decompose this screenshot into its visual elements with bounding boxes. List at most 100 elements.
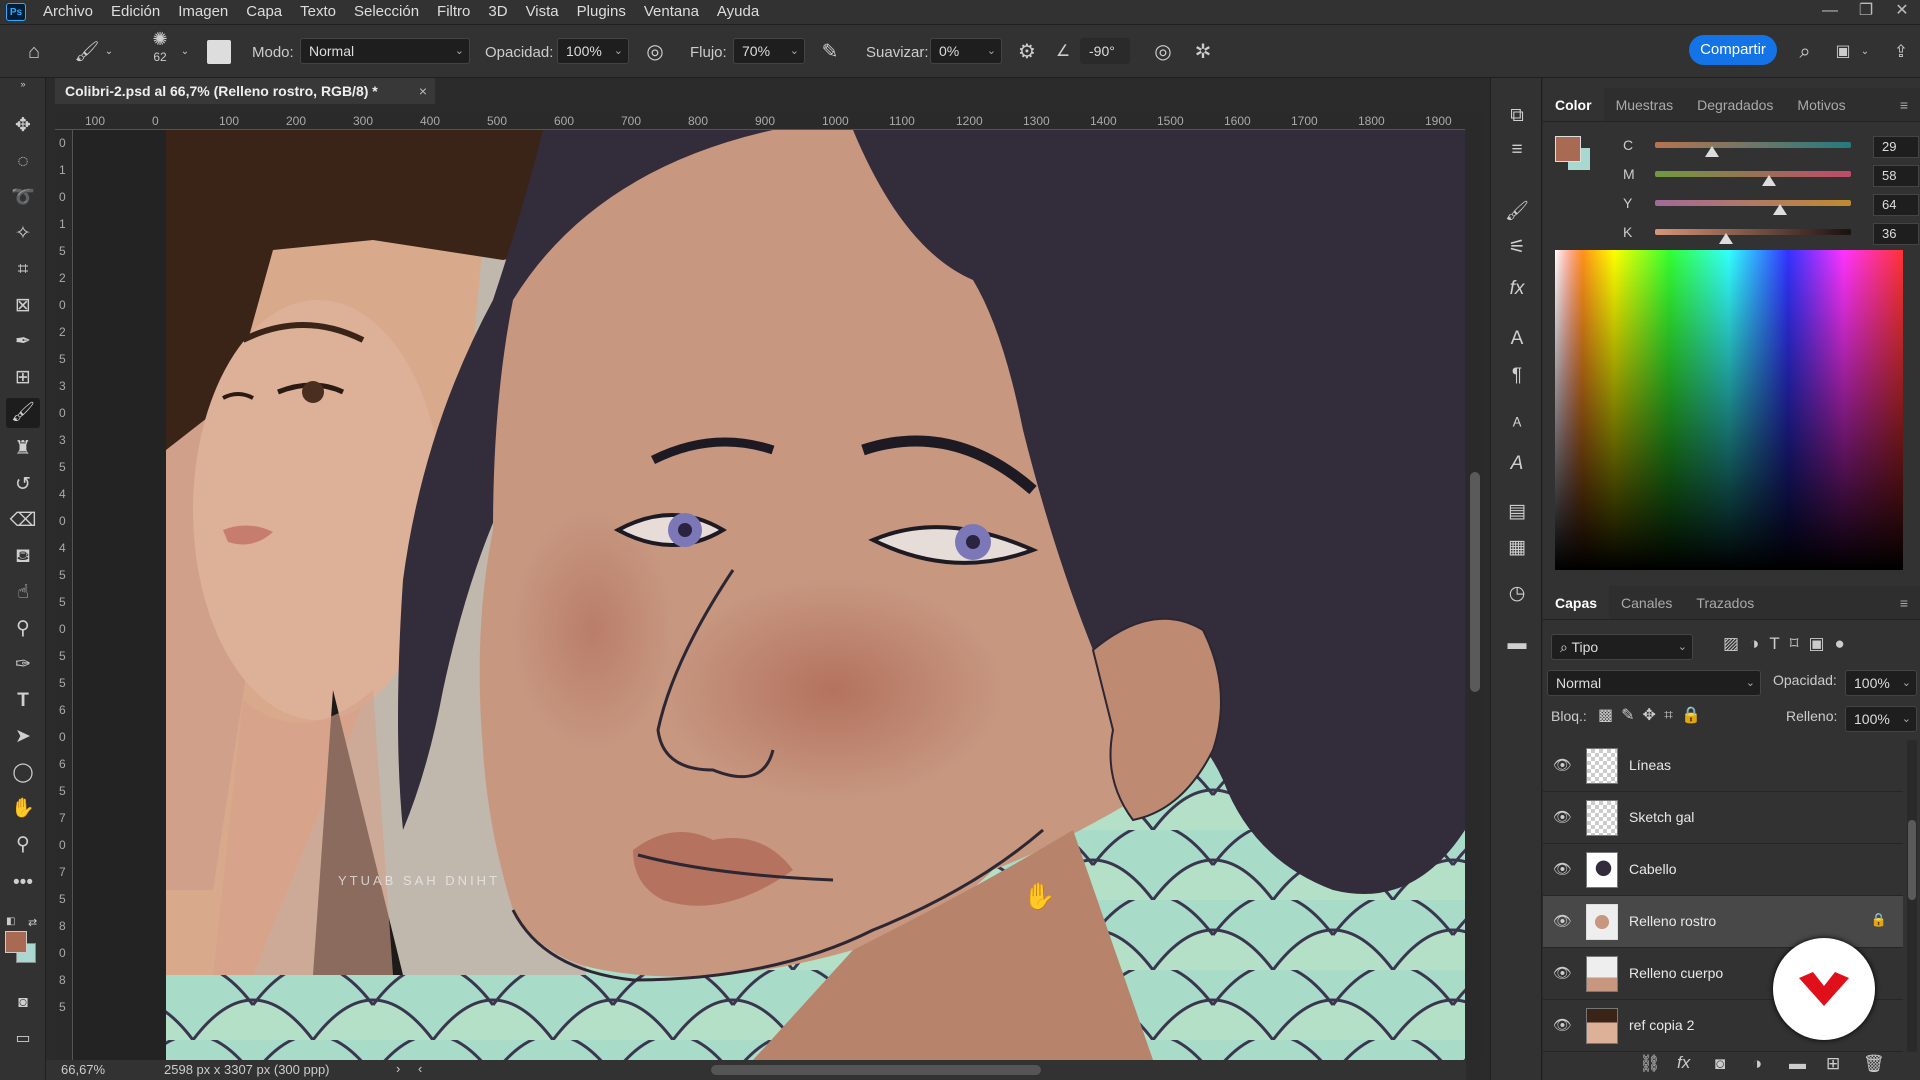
- close-tab-icon[interactable]: ×: [419, 78, 427, 104]
- chevron-left-icon[interactable]: ‹: [418, 1061, 422, 1076]
- quick-mask-icon[interactable]: ◙: [6, 988, 40, 1018]
- tab-degradados[interactable]: Degradados: [1685, 88, 1785, 121]
- chevron-down-icon[interactable]: ⌄: [1858, 25, 1872, 79]
- tab-motivos[interactable]: Motivos: [1785, 88, 1857, 121]
- more-tools-icon[interactable]: •••: [6, 868, 40, 898]
- properties-icon[interactable]: ≡: [1501, 134, 1533, 166]
- brush-tool-preset-icon[interactable]: 🖌: [72, 25, 102, 79]
- tab-canales[interactable]: Canales: [1609, 586, 1684, 619]
- paint-bucket-tool-icon[interactable]: ⛾: [6, 542, 40, 572]
- lock-transparency-icon[interactable]: ▩: [1598, 707, 1621, 724]
- smart-object-filter-icon[interactable]: ▣: [1808, 634, 1834, 653]
- gear-icon[interactable]: ⚙: [1012, 25, 1042, 79]
- character-styles-icon[interactable]: ᴬ: [1501, 410, 1533, 442]
- menu-ayuda[interactable]: Ayuda: [708, 0, 768, 24]
- slider-k-thumb[interactable]: [1718, 233, 1733, 244]
- brushes-icon[interactable]: 🖌: [1501, 196, 1533, 228]
- styles-icon[interactable]: fx: [1501, 273, 1533, 305]
- default-colors-icon[interactable]: ◧: [6, 916, 15, 927]
- menu-vista[interactable]: Vista: [517, 0, 568, 24]
- lasso-tool-icon[interactable]: ➰: [6, 183, 40, 213]
- horizontal-scroll-thumb[interactable]: [711, 1065, 1041, 1075]
- layer-filter-select[interactable]: ⌕ Tipo ⌄: [1551, 634, 1693, 660]
- clone-stamp-tool-icon[interactable]: ♜: [6, 434, 40, 464]
- slider-k-value[interactable]: 36: [1873, 223, 1919, 245]
- frame-tool-icon[interactable]: ⊠: [6, 291, 40, 321]
- tab-muestras[interactable]: Muestras: [1604, 88, 1686, 121]
- zoom-level[interactable]: 66,67%: [61, 1062, 105, 1077]
- menu-plugins[interactable]: Plugins: [568, 0, 635, 24]
- symmetry-icon[interactable]: ✲: [1188, 25, 1218, 79]
- visibility-eye-icon[interactable]: 👁: [1553, 808, 1572, 826]
- foreground-color-swatch[interactable]: [5, 931, 27, 953]
- dodge-tool-icon[interactable]: ⚲: [6, 614, 40, 644]
- brush-settings-icon[interactable]: ⚟: [1501, 232, 1533, 264]
- magic-wand-tool-icon[interactable]: ✧: [6, 219, 40, 249]
- panel-menu-icon[interactable]: ≡: [1888, 586, 1920, 619]
- menu-ventana[interactable]: Ventana: [635, 0, 708, 24]
- zoom-tool-icon[interactable]: ⚲: [6, 830, 40, 860]
- slider-c-value[interactable]: 29: [1873, 136, 1919, 158]
- color-spectrum[interactable]: [1555, 250, 1903, 570]
- close-window-icon[interactable]: ✕: [1884, 0, 1920, 22]
- layer-row-lineas[interactable]: 👁 Líneas: [1543, 740, 1903, 792]
- paragraph-icon[interactable]: ¶: [1501, 360, 1533, 392]
- adjustment-filter-icon[interactable]: ◑: [1749, 634, 1769, 653]
- healing-brush-tool-icon[interactable]: ⊞: [6, 363, 40, 393]
- brush-tool-icon[interactable]: 🖌: [6, 398, 40, 428]
- document-tab[interactable]: Colibri-2.psd al 66,7% (Relleno rostro, …: [55, 78, 435, 104]
- panel-menu-icon[interactable]: ≡: [1888, 88, 1920, 121]
- pixel-filter-icon[interactable]: ▨: [1723, 634, 1749, 653]
- menu-3d[interactable]: 3D: [479, 0, 516, 24]
- fg-color-chip[interactable]: [1555, 136, 1581, 162]
- vertical-scrollbar[interactable]: [1466, 112, 1484, 1060]
- angle-input[interactable]: -90°: [1080, 38, 1130, 64]
- lock-artboard-icon[interactable]: ⌗: [1664, 707, 1681, 724]
- visibility-eye-icon[interactable]: 👁: [1553, 860, 1572, 878]
- path-selection-tool-icon[interactable]: ➤: [6, 722, 40, 752]
- smoothing-input[interactable]: 0% ⌄: [930, 38, 1002, 64]
- slider-m-value[interactable]: 58: [1873, 165, 1919, 187]
- menu-archivo[interactable]: Archivo: [34, 0, 102, 24]
- eraser-tool-icon[interactable]: ⌫: [6, 506, 40, 536]
- layer-row-sketch-gal[interactable]: 👁 Sketch gal: [1543, 792, 1903, 844]
- layer-row-cabello[interactable]: 👁 Cabello: [1543, 844, 1903, 896]
- adjustment-layer-icon[interactable]: ◑: [1752, 1054, 1762, 1074]
- fill-input[interactable]: 100% ⌄: [1845, 706, 1917, 732]
- slider-y-value[interactable]: 64: [1873, 194, 1919, 216]
- share-button[interactable]: Compartir: [1689, 35, 1777, 65]
- fx-icon[interactable]: fx: [1677, 1053, 1690, 1073]
- layer-opacity-input[interactable]: 100% ⌄: [1845, 670, 1917, 696]
- delete-layer-icon[interactable]: 🗑: [1863, 1054, 1885, 1074]
- lock-all-icon[interactable]: 🔒: [1681, 707, 1709, 724]
- slider-c-thumb[interactable]: [1704, 146, 1719, 157]
- ellipse-tool-icon[interactable]: ◯: [6, 758, 40, 788]
- lock-pixels-icon[interactable]: ✎: [1621, 707, 1642, 724]
- add-mask-icon[interactable]: ◙: [1715, 1054, 1725, 1074]
- pressure-opacity-icon[interactable]: ◎: [640, 25, 670, 79]
- marquee-tool-icon[interactable]: ◌: [6, 147, 40, 177]
- flow-input[interactable]: 70% ⌄: [733, 38, 805, 64]
- new-layer-icon[interactable]: ⊞: [1826, 1054, 1840, 1074]
- opacity-input[interactable]: 100% ⌄: [557, 38, 629, 64]
- visibility-eye-icon[interactable]: 👁: [1553, 1016, 1572, 1034]
- chevron-right-icon[interactable]: ›: [396, 1061, 400, 1076]
- export-icon[interactable]: ⇪: [1886, 25, 1916, 79]
- visibility-eye-icon[interactable]: 👁: [1553, 964, 1572, 982]
- restore-icon[interactable]: ❐: [1848, 0, 1884, 22]
- shape-filter-icon[interactable]: ⌑: [1790, 634, 1809, 653]
- type-tool-icon[interactable]: T: [6, 686, 40, 716]
- lock-position-icon[interactable]: ✥: [1643, 707, 1664, 724]
- pen-tool-icon[interactable]: ✑: [6, 650, 40, 680]
- smudge-tool-icon[interactable]: ☝: [6, 578, 40, 608]
- tab-capas[interactable]: Capas: [1543, 586, 1610, 619]
- mode-select[interactable]: Normal ⌄: [300, 38, 470, 64]
- screen-mode-icon[interactable]: ▭: [6, 1024, 40, 1054]
- minimize-icon[interactable]: —: [1812, 0, 1848, 22]
- menu-seleccion[interactable]: Selección: [345, 0, 428, 24]
- workspace-icon[interactable]: ▣: [1828, 25, 1858, 79]
- brush-size-picker[interactable]: ✺ 62: [145, 29, 175, 75]
- collapse-icon[interactable]: »: [6, 78, 40, 90]
- swap-colors-icon[interactable]: ⇄: [28, 916, 37, 929]
- libraries-icon[interactable]: ▦: [1501, 532, 1533, 564]
